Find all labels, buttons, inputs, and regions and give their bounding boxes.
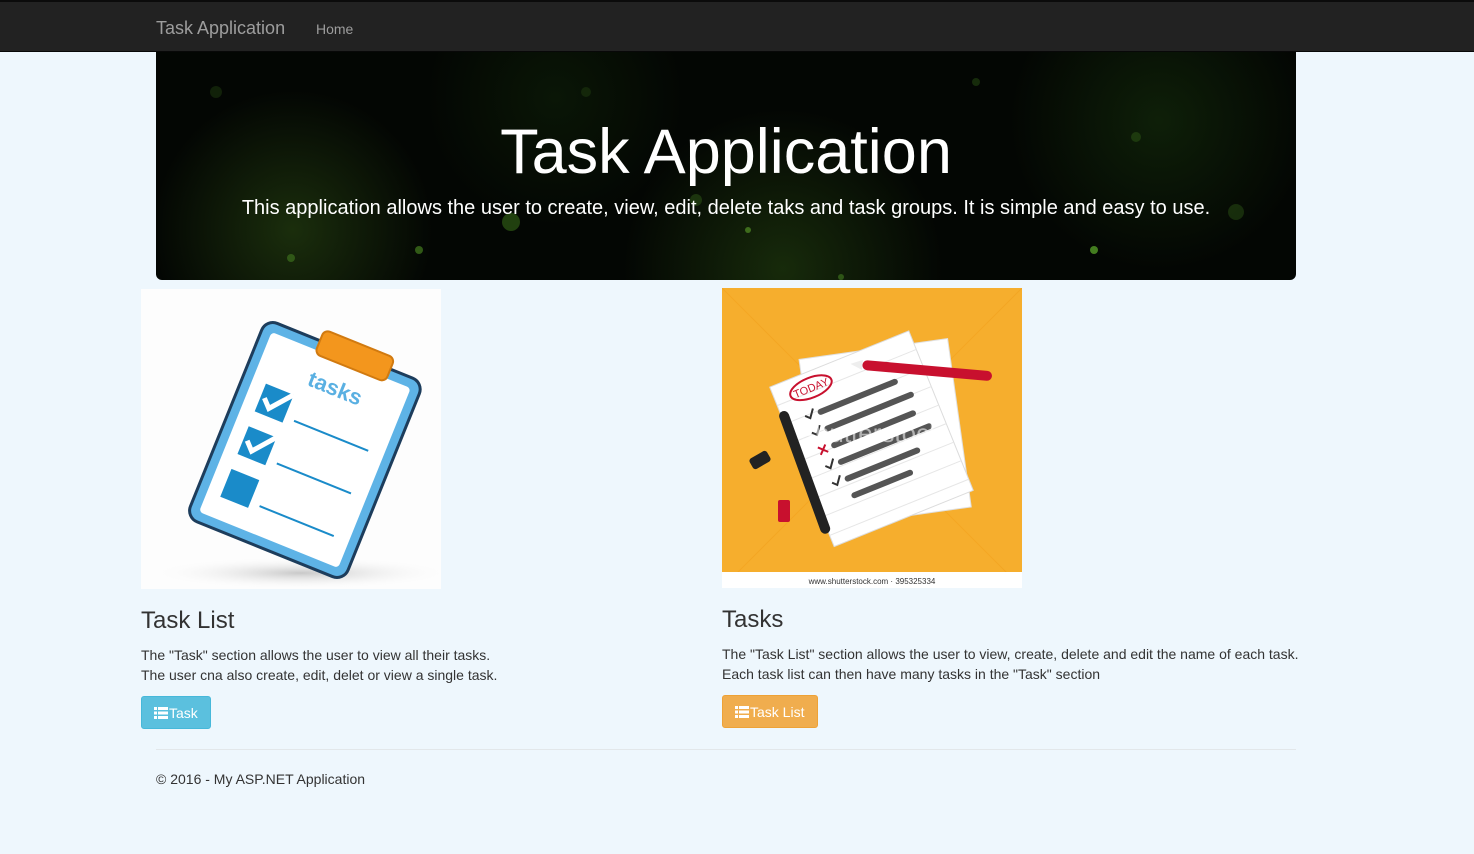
tasks-clipboard-image: tasks [141, 289, 441, 589]
section-title-tasks: Tasks [722, 606, 784, 633]
jumbotron-title: Task Application [500, 117, 952, 187]
section-description-task-list: The "Task" section allows the user to vi… [141, 645, 497, 685]
svg-text:www.shutterstock.com · 3953253: www.shutterstock.com · 395325334 [808, 577, 936, 586]
list-icon [735, 705, 749, 718]
description-line: The "Task" section allows the user to vi… [141, 647, 491, 663]
footer-copyright: © 2016 - My ASP.NET Application [156, 771, 366, 787]
top-navbar: Task Application Home [0, 0, 1474, 52]
description-line: Each task list can then have many tasks … [722, 666, 1101, 682]
task-list-button[interactable]: Task List [722, 695, 818, 728]
list-icon [154, 706, 168, 719]
section-description-tasks: The "Task List" section allows the user … [722, 644, 1298, 684]
description-line: The user cna also create, edit, delet or… [141, 667, 498, 683]
navbar-brand[interactable]: Task Application [156, 18, 285, 39]
task-button-label: Task [169, 704, 198, 721]
nav-link-home[interactable]: Home [316, 21, 353, 37]
jumbotron-banner: Task Application This application allows… [156, 52, 1296, 280]
section-title-task-list: Task List [141, 607, 235, 634]
footer-divider [156, 749, 1296, 750]
description-line: The "Task List" section allows the user … [722, 646, 1299, 662]
tasks-notepad-image: TODAY www.shutterstock.com · 395325334 s… [722, 288, 1022, 588]
jumbotron-lead: This application allows the user to crea… [241, 197, 1211, 219]
task-list-button-label: Task List [750, 703, 805, 720]
svg-text:shutterstock: shutterstock [802, 418, 943, 448]
task-button[interactable]: Task [141, 696, 211, 729]
